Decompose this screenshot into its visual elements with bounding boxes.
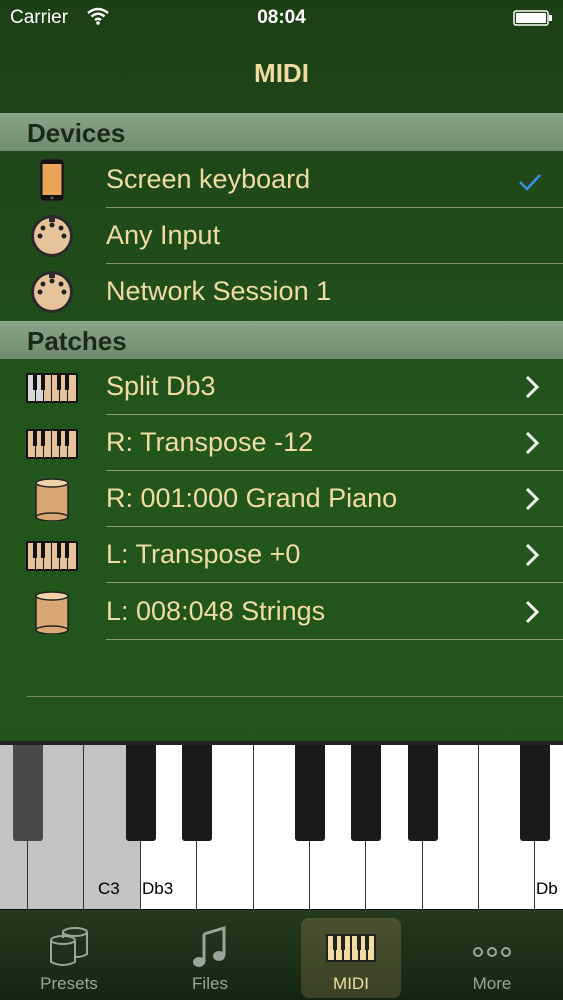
section-title: Patches (27, 326, 127, 356)
row-label: R: Transpose -12 (106, 427, 314, 457)
row-label: L: Transpose +0 (106, 539, 301, 569)
row-label: Screen keyboard (106, 164, 311, 194)
list-separator (27, 696, 563, 697)
keyboard-icon (26, 429, 78, 459)
keyboard-icon (26, 541, 78, 571)
black-key[interactable] (13, 745, 43, 841)
row-label: Split Db3 (106, 371, 216, 401)
tab-label: More (472, 974, 512, 993)
black-key[interactable] (295, 745, 325, 841)
tab-bar: Presets Files MIDI More (0, 909, 563, 1000)
black-key[interactable] (520, 745, 550, 841)
chevron-right-icon (525, 600, 540, 624)
key-label: C3 (98, 879, 120, 898)
row-label: L: 008:048 Strings (106, 596, 326, 626)
patch-row-l-strings[interactable]: L: 008:048 Strings (0, 584, 563, 640)
midi-din-icon (31, 215, 73, 257)
chevron-right-icon (525, 431, 540, 455)
section-title: Devices (27, 118, 126, 148)
presets-icon (50, 927, 88, 966)
row-label: Network Session 1 (106, 276, 332, 306)
chevron-right-icon (525, 375, 540, 399)
tab-label: MIDI (333, 974, 369, 993)
tab-label: Files (192, 974, 228, 993)
phone-icon (39, 158, 65, 202)
cylinder-icon (35, 591, 69, 634)
cylinder-icon (35, 478, 69, 521)
black-key[interactable] (408, 745, 438, 841)
midi-din-icon (31, 271, 73, 313)
chevron-right-icon (525, 543, 540, 567)
patch-row-split[interactable]: Split Db3 (0, 359, 563, 415)
tab-presets[interactable]: Presets (19, 918, 119, 998)
more-dots-icon (473, 947, 511, 957)
row-label: Any Input (106, 220, 221, 250)
keyboard-split-icon (26, 373, 78, 403)
device-row-network-session[interactable]: Network Session 1 (0, 264, 563, 320)
music-note-icon (193, 925, 226, 967)
patch-row-r-transpose[interactable]: R: Transpose -12 (0, 415, 563, 471)
tab-midi[interactable]: MIDI (301, 918, 401, 998)
black-key[interactable] (182, 745, 212, 841)
nav-bar: MIDI (0, 36, 563, 112)
patch-row-l-transpose[interactable]: L: Transpose +0 (0, 527, 563, 583)
screen: Carrier 08:04 MIDI Devices Screen keyboa… (0, 0, 563, 1000)
checkmark-icon (519, 174, 541, 191)
black-key-db3[interactable] (126, 745, 156, 841)
clock: 08:04 (257, 7, 306, 28)
patch-row-r-grand-piano[interactable]: R: 001:000 Grand Piano (0, 471, 563, 527)
tab-more[interactable]: More (442, 918, 542, 998)
black-key[interactable] (351, 745, 381, 841)
page-title: MIDI (254, 58, 309, 88)
status-bar: Carrier 08:04 (0, 0, 563, 36)
tab-files[interactable]: Files (160, 918, 260, 998)
piano-keyboard[interactable]: C3 Db3 Db (0, 741, 563, 911)
section-header-patches: Patches (0, 321, 563, 359)
device-row-any-input[interactable]: Any Input (0, 208, 563, 264)
section-header-devices: Devices (0, 113, 563, 151)
key-label: Db3 (142, 879, 174, 898)
battery-icon (513, 10, 552, 26)
tab-label: Presets (40, 974, 98, 993)
chevron-right-icon (525, 487, 540, 511)
piano-keys-icon (326, 934, 376, 962)
device-row-screen-keyboard[interactable]: Screen keyboard (0, 152, 563, 208)
row-label: R: 001:000 Grand Piano (106, 483, 398, 513)
key-label: Db (536, 879, 558, 898)
